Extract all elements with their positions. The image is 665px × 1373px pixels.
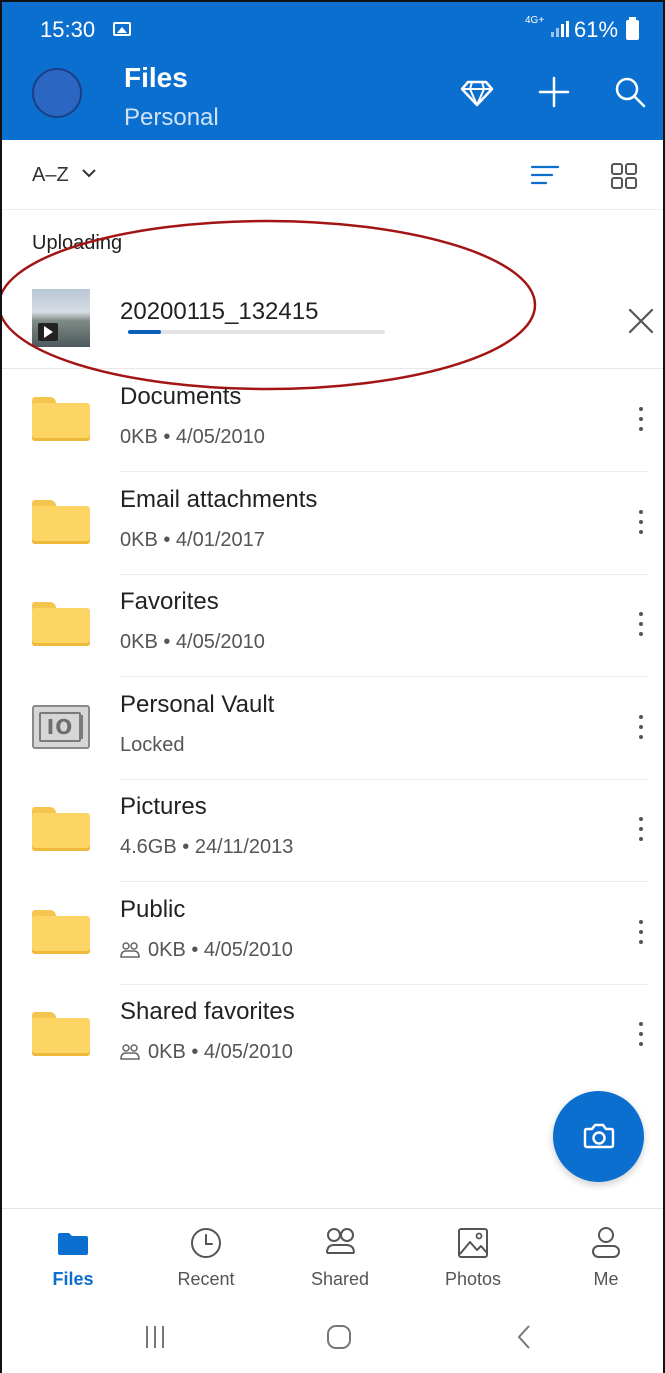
status-time: 15:30 [40, 17, 96, 42]
more-options-icon[interactable] [626, 1016, 656, 1052]
video-thumbnail[interactable] [32, 289, 90, 347]
file-name: Public [120, 895, 186, 923]
nav-files[interactable]: Files [18, 1223, 128, 1293]
folder-icon [32, 909, 90, 954]
list-item[interactable]: Favorites 0KB • 4/05/2010 [2, 574, 663, 677]
recent-apps-icon[interactable] [140, 1322, 170, 1352]
more-options-icon[interactable] [626, 504, 656, 540]
upload-progress-fill [128, 330, 162, 334]
file-meta: Locked [120, 734, 185, 757]
nav-label: Files [52, 1269, 94, 1289]
camera-icon [583, 1123, 615, 1149]
sort-order-button[interactable]: A–Z [32, 164, 69, 187]
file-meta: 0KB • 4/01/2017 [120, 529, 265, 552]
list-item[interactable]: Public 0KB • 4/05/2010 [2, 882, 663, 985]
file-meta-text: 0KB • 4/01/2017 [120, 528, 265, 551]
file-meta-text: 0KB • 4/05/2010 [120, 631, 265, 653]
list-item[interactable]: Pictures 4.6GB • 24/11/2013 [2, 779, 663, 882]
upload-file-name[interactable]: 20200115_132415 [120, 298, 318, 326]
folder-icon [32, 602, 90, 646]
add-icon[interactable] [536, 74, 572, 110]
list-item[interactable]: Email attachments 0KB • 4/01/2017 [2, 472, 663, 575]
battery-percent: 61% [574, 17, 619, 42]
nav-label: Photos [444, 1269, 502, 1289]
file-name: Documents [120, 383, 242, 410]
person-icon [592, 1227, 620, 1258]
more-options-icon[interactable] [626, 914, 656, 950]
file-name: Favorites [120, 588, 219, 615]
folder-icon [32, 807, 90, 851]
back-icon[interactable] [510, 1322, 540, 1352]
shared-people-icon [120, 941, 140, 958]
bottom-navigation: Files Recent Shared Photos Me [2, 1208, 663, 1298]
network-type: 4G+ [525, 15, 545, 26]
nav-label: Recent [177, 1269, 235, 1289]
account-subtitle: Personal [124, 104, 219, 131]
uploading-section-label: Uploading [32, 232, 123, 254]
file-meta-text: 0KB • 4/05/2010 [120, 426, 265, 448]
phone-screen: 15:30 4G+ 61% Files Personal A–Z Uploadi… [0, 0, 665, 1373]
file-meta: 0KB • 4/05/2010 [120, 1041, 293, 1064]
battery-icon [626, 17, 639, 40]
folder-icon [32, 397, 90, 441]
nav-photos[interactable]: Photos [418, 1223, 528, 1293]
file-meta: 4.6GB • 24/11/2013 [120, 836, 293, 859]
file-meta-text: 0KB • 4/05/2010 [148, 1041, 293, 1063]
clock-icon [191, 1228, 221, 1258]
file-meta-text: Locked [120, 733, 185, 756]
camera-scan-button[interactable] [553, 1091, 644, 1182]
close-icon[interactable] [626, 306, 656, 336]
home-icon[interactable] [324, 1322, 354, 1352]
file-name: Pictures [120, 793, 207, 820]
list-item[interactable]: Shared favorites 0KB • 4/05/2010 [2, 984, 663, 1087]
people-icon [326, 1228, 355, 1254]
more-options-icon[interactable] [626, 401, 656, 437]
list-item[interactable]: IO Personal Vault Locked [2, 677, 663, 780]
chevron-down-icon[interactable] [80, 166, 98, 180]
list-view-icon[interactable] [530, 162, 560, 188]
grid-view-icon[interactable] [610, 162, 638, 190]
folder-icon [32, 1012, 90, 1056]
more-options-icon[interactable] [626, 606, 656, 642]
upload-progress-bar [128, 330, 385, 334]
account-avatar[interactable] [32, 68, 82, 118]
nav-me[interactable]: Me [551, 1223, 661, 1293]
system-navigation-bar [2, 1298, 663, 1373]
folder-icon [58, 1233, 88, 1255]
premium-diamond-icon[interactable] [459, 74, 495, 110]
file-name: Personal Vault [120, 690, 275, 718]
vault-icon: IO [32, 704, 90, 749]
page-title: Files [124, 62, 188, 93]
file-meta: 0KB • 4/05/2010 [120, 631, 265, 654]
nav-shared[interactable]: Shared [285, 1223, 395, 1293]
file-name: Email attachments [120, 485, 318, 513]
file-meta: 0KB • 4/05/2010 [120, 426, 265, 449]
file-meta: 0KB • 4/05/2010 [120, 939, 293, 962]
play-icon [38, 323, 58, 341]
more-options-icon[interactable] [626, 709, 656, 745]
nav-label: Shared [310, 1269, 370, 1289]
more-options-icon[interactable] [626, 811, 656, 847]
sort-toolbar: A–Z [2, 140, 663, 210]
file-meta-text: 0KB • 4/05/2010 [148, 938, 293, 961]
list-item[interactable]: Documents 0KB • 4/05/2010 [2, 369, 663, 472]
nav-recent[interactable]: Recent [151, 1223, 261, 1293]
folder-icon [32, 499, 90, 544]
status-bar: 15:30 4G+ 61% [2, 2, 663, 58]
image-icon [458, 1228, 488, 1258]
signal-icon [551, 21, 569, 37]
file-name: Shared favorites [120, 998, 295, 1025]
gallery-notification-icon [113, 22, 131, 36]
app-header: Files Personal [2, 58, 663, 140]
nav-label: Me [593, 1269, 619, 1289]
file-meta-text: 4.6GB • 24/11/2013 [120, 836, 294, 858]
search-icon[interactable] [612, 74, 648, 110]
shared-people-icon [120, 1044, 140, 1060]
